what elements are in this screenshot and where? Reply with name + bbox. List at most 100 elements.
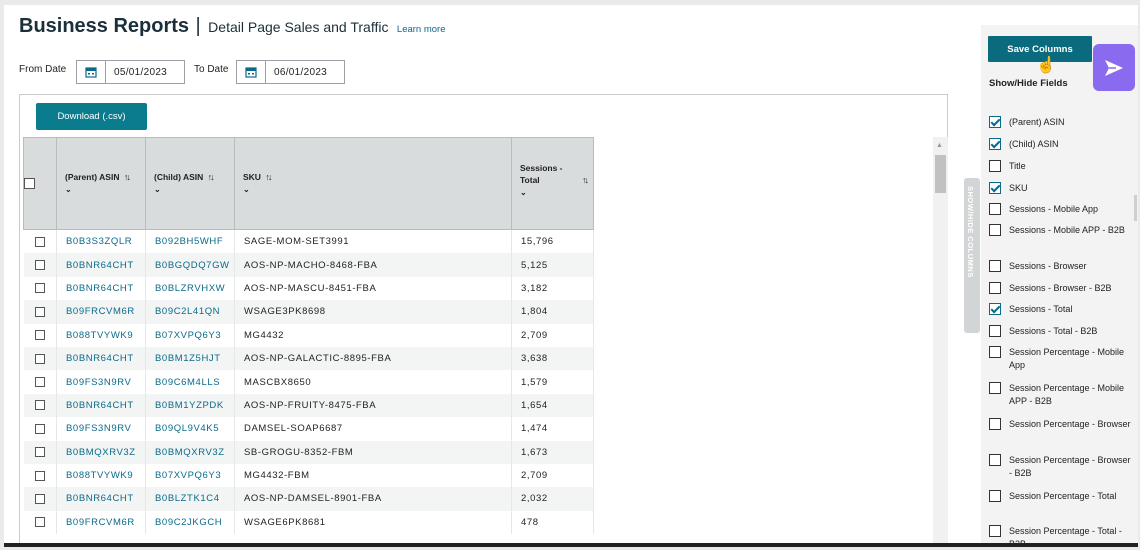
parent-asin-link[interactable]: B09FS3N9RV — [56, 417, 146, 441]
scroll-thumb[interactable] — [935, 155, 946, 193]
sku-cell: AOS-NP-MACHO-8468-FBA — [234, 253, 512, 277]
sku-header-label: SKU — [243, 172, 261, 182]
child-asin-link[interactable]: B07XVPQ6Y3 — [145, 323, 235, 347]
sessions-total-header[interactable]: Sessions - Total ↑↓ ⌄ — [511, 137, 594, 230]
table-row: B088TVYWK9 B07XVPQ6Y3 MG4432 2,709 — [23, 323, 594, 347]
row-checkbox[interactable] — [34, 306, 45, 317]
parent-asin-link[interactable]: B09FRCVM6R — [56, 300, 146, 324]
sessions-total-cell: 2,709 — [511, 463, 594, 488]
child-asin-link[interactable]: B07XVPQ6Y3 — [145, 463, 235, 488]
child-asin-link[interactable]: B0BM1Z5HJT — [145, 346, 235, 371]
child-asin-link[interactable]: B0BMQXRV3Z — [145, 440, 235, 464]
send-icon[interactable] — [1093, 44, 1135, 91]
row-checkbox[interactable] — [34, 447, 45, 458]
row-checkbox[interactable] — [34, 283, 45, 294]
field-label: Sessions - Browser — [1009, 261, 1087, 271]
field-checkbox[interactable] — [989, 418, 1001, 430]
row-checkbox[interactable] — [34, 236, 45, 247]
sku-header[interactable]: SKU ↑↓ ⌄ — [234, 137, 512, 230]
row-checkbox[interactable] — [34, 517, 45, 528]
learn-more-link[interactable]: Learn more — [397, 24, 446, 35]
table-scrollbar[interactable]: ▲ — [933, 137, 948, 543]
parent-asin-link[interactable]: B09FRCVM6R — [56, 510, 146, 535]
field-label: Sessions - Browser - B2B — [1009, 283, 1112, 293]
business-reports-page: Business Reports | Detail Page Sales and… — [4, 5, 1138, 543]
chevron-down-icon[interactable]: ⌄ — [243, 184, 511, 196]
sessions-total-cell: 5,125 — [511, 253, 594, 277]
child-asin-link[interactable]: B0BLZRVHXW — [145, 276, 235, 301]
field-checkbox[interactable] — [989, 525, 1001, 537]
calendar-icon[interactable] — [237, 61, 266, 83]
show-hide-fields-title: Show/Hide Fields — [989, 78, 1068, 89]
field-checkbox[interactable] — [989, 346, 1001, 358]
row-checkbox[interactable] — [34, 330, 45, 341]
field-checkbox[interactable] — [989, 325, 1001, 337]
field-checkbox[interactable] — [989, 282, 1001, 294]
table-row: B09FRCVM6R B09C2L41QN WSAGE3PK8698 1,804 — [23, 300, 594, 324]
row-checkbox[interactable] — [34, 493, 45, 504]
child-asin-header[interactable]: (Child) ASIN ↑↓ ⌄ — [145, 137, 235, 230]
sidebar-scrollbar[interactable] — [1134, 195, 1137, 221]
parent-asin-link[interactable]: B0BNR64CHT — [56, 346, 146, 371]
sort-icon[interactable]: ↑↓ — [265, 172, 272, 182]
parent-asin-link[interactable]: B0B3S3ZQLR — [56, 229, 146, 254]
to-date-input[interactable]: 06/01/2023 — [236, 60, 345, 84]
chevron-down-icon[interactable]: ⌄ — [65, 184, 145, 196]
field-checkbox[interactable] — [989, 382, 1001, 394]
child-asin-link[interactable]: B092BH5WHF — [145, 229, 235, 254]
row-checkbox[interactable] — [34, 470, 45, 481]
child-asin-link[interactable]: B0BLZTK1C4 — [145, 487, 235, 511]
parent-asin-link[interactable]: B088TVYWK9 — [56, 323, 146, 347]
field-checkbox[interactable] — [989, 116, 1001, 128]
child-asin-link[interactable]: B0BGQDQ7GW — [145, 253, 235, 277]
child-asin-link[interactable]: B09C2JKGCH — [145, 510, 235, 535]
sessions-total-cell: 3,182 — [511, 276, 594, 301]
table-row: B0BNR64CHT B0BM1Z5HJT AOS-NP-GALACTIC-8895… — [23, 346, 594, 371]
parent-asin-link[interactable]: B0BNR64CHT — [56, 393, 146, 418]
table-row: B088TVYWK9 B07XVPQ6Y3 MG4432-FBM 2,709 — [23, 463, 594, 488]
calendar-icon[interactable] — [77, 61, 106, 83]
sessions-total-cell: 1,673 — [511, 440, 594, 464]
field-checkbox[interactable] — [989, 303, 1001, 315]
parent-asin-link[interactable]: B0BNR64CHT — [56, 253, 146, 277]
select-all-checkbox[interactable] — [24, 178, 35, 190]
sessions-total-cell: 1,804 — [511, 300, 594, 324]
parent-asin-link[interactable]: B0BMQXRV3Z — [56, 440, 146, 464]
chevron-down-icon[interactable]: ⌄ — [154, 184, 234, 196]
row-checkbox[interactable] — [34, 353, 45, 364]
row-checkbox[interactable] — [34, 423, 45, 434]
from-date-input[interactable]: 05/01/2023 — [76, 60, 185, 84]
sessions-total-cell: 15,796 — [511, 229, 594, 254]
field-checkbox[interactable] — [989, 224, 1001, 236]
field-checkbox[interactable] — [989, 260, 1001, 272]
child-asin-link[interactable]: B09C6M4LLS — [145, 370, 235, 394]
field-checkbox[interactable] — [989, 203, 1001, 215]
row-checkbox[interactable] — [34, 377, 45, 388]
parent-asin-link[interactable]: B088TVYWK9 — [56, 463, 146, 488]
field-checkbox[interactable] — [989, 160, 1001, 172]
row-checkbox[interactable] — [34, 400, 45, 411]
download-csv-button[interactable]: Download (.csv) — [36, 103, 147, 130]
parent-asin-link[interactable]: B09FS3N9RV — [56, 370, 146, 394]
from-date-label: From Date — [19, 64, 67, 75]
show-hide-columns-tab[interactable]: SHOW/HIDE COLUMNS — [964, 178, 980, 333]
parent-asin-link[interactable]: B0BNR64CHT — [56, 487, 146, 511]
field-label: Session Percentage - Mobile App — [1009, 347, 1125, 370]
from-date-value: 05/01/2023 — [114, 66, 168, 78]
scroll-up-icon[interactable]: ▲ — [936, 142, 943, 149]
field-checkbox[interactable] — [989, 490, 1001, 502]
field-checkbox[interactable] — [989, 454, 1001, 466]
field-checkbox[interactable] — [989, 138, 1001, 150]
row-select-cell — [23, 276, 57, 301]
child-asin-link[interactable]: B0BM1YZPDK — [145, 393, 235, 418]
parent-asin-header[interactable]: (Parent) ASIN ↑↓ ⌄ — [56, 137, 146, 230]
child-asin-link[interactable]: B09C2L41QN — [145, 300, 235, 324]
chevron-down-icon[interactable]: ⌄ — [520, 187, 593, 199]
sort-icon[interactable]: ↑↓ — [208, 172, 215, 182]
row-checkbox[interactable] — [34, 260, 45, 271]
field-checkbox[interactable] — [989, 182, 1001, 194]
parent-asin-link[interactable]: B0BNR64CHT — [56, 276, 146, 301]
sort-icon[interactable]: ↑↓ — [124, 172, 131, 182]
child-asin-link[interactable]: B09QL9V4K5 — [145, 417, 235, 441]
sort-icon[interactable]: ↑↓ — [582, 174, 589, 186]
